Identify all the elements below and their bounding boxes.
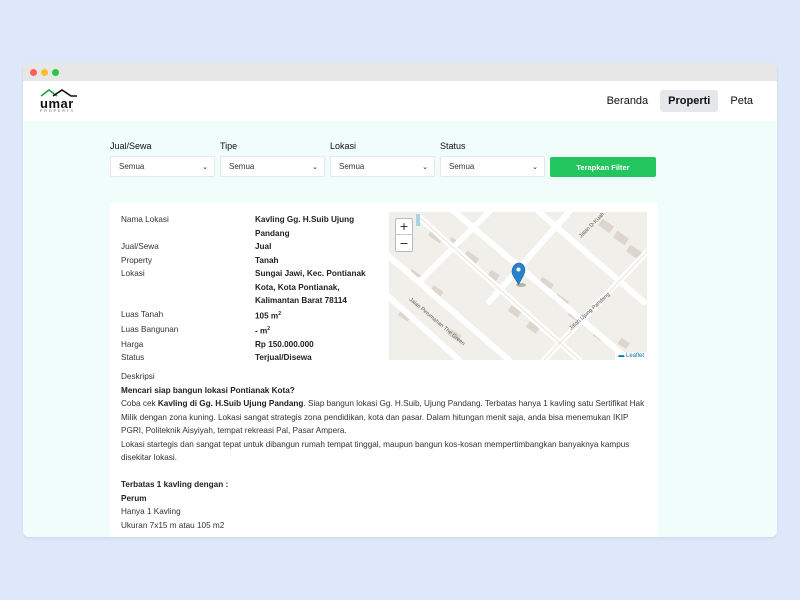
tipe-select[interactable]: Semua ⌄ xyxy=(220,156,325,177)
description-line: Hanya 1 Kavling xyxy=(121,507,181,516)
detail-value: Jual xyxy=(255,242,272,251)
detail-label: Luas Tanah xyxy=(121,309,164,319)
leaflet-flag-icon: ▬ xyxy=(618,353,626,359)
detail-value: - m2 xyxy=(255,323,381,338)
status-select[interactable]: Semua ⌄ xyxy=(440,156,545,177)
detail-row: Luas Bangunan - m2 xyxy=(121,323,381,338)
apply-filter-button[interactable]: Terapkan Filter xyxy=(550,157,656,177)
logo-word: umar xyxy=(40,96,74,111)
chevron-down-icon: ⌄ xyxy=(202,163,208,171)
select-value: Semua xyxy=(229,162,255,171)
nav-beranda[interactable]: Beranda xyxy=(599,90,657,112)
chevron-down-icon: ⌄ xyxy=(532,163,538,171)
paragraph-bold: Kavling di Gg. H.Suib Ujung Pandang xyxy=(157,399,304,408)
unit-sup: 2 xyxy=(267,325,271,332)
logo-subtitle: PROPERTY xyxy=(40,109,76,113)
detail-value: Kavling Gg. H.Suib Ujung Pandang xyxy=(255,215,355,238)
detail-label: Status xyxy=(121,353,145,363)
value-text: 105 m xyxy=(255,311,279,321)
jual-sewa-select[interactable]: Semua ⌄ xyxy=(110,156,215,177)
description-headline: Mencari siap bangun lokasi Pontianak Kot… xyxy=(121,385,295,395)
select-value: Semua xyxy=(119,162,145,171)
unit-sup: 2 xyxy=(278,310,281,317)
detail-label: Property xyxy=(121,255,152,265)
main-nav: Beranda Properti Peta xyxy=(599,90,761,112)
chevron-down-icon: ⌄ xyxy=(422,163,428,171)
description-section: Deskripsi Mencari siap bangun lokasi Pon… xyxy=(121,370,651,532)
zoom-control: + − xyxy=(395,218,413,252)
description-subheading: Perum xyxy=(121,493,147,503)
chevron-down-icon: ⌄ xyxy=(312,163,318,171)
lokasi-select[interactable]: Semua ⌄ xyxy=(330,156,435,177)
navbar: umar PROPERTY Beranda Properti Peta xyxy=(23,81,777,121)
detail-row: Harga Rp 150.000.000 xyxy=(121,338,381,352)
detail-row: Property Tanah xyxy=(121,254,381,268)
attribution-text: Leaflet xyxy=(625,353,644,359)
description-subheading: Terbatas 1 kavling dengan : xyxy=(121,480,229,489)
filter-status: Status Semua ⌄ xyxy=(440,141,545,177)
nav-peta[interactable]: Peta xyxy=(722,90,761,112)
map-tiles: Jalan D-Kuah Jalan Ujung Pandang Jalan P… xyxy=(389,212,647,360)
location-map[interactable]: Jalan D-Kuah Jalan Ujung Pandang Jalan P… xyxy=(389,212,647,360)
close-window-dot[interactable] xyxy=(30,68,37,76)
value-text: - m xyxy=(255,326,268,336)
maximize-window-dot[interactable] xyxy=(52,68,59,76)
detail-value: Tanah xyxy=(255,255,279,265)
detail-row: Nama Lokasi Kavling Gg. H.Suib Ujung Pan… xyxy=(121,213,381,240)
filter-jual-sewa: Jual/Sewa Semua ⌄ xyxy=(110,141,215,177)
detail-value: Rp 150.000.000 xyxy=(255,339,314,349)
detail-label: Harga xyxy=(121,339,144,349)
nav-properti[interactable]: Properti xyxy=(660,90,719,112)
property-details: Nama Lokasi Kavling Gg. H.Suib Ujung Pan… xyxy=(121,213,381,365)
filter-bar: Jual/Sewa Semua ⌄ Tipe Semua ⌄ Lokasi Se… xyxy=(110,141,656,177)
minimize-window-dot[interactable] xyxy=(41,68,48,76)
filter-label: Status xyxy=(440,141,466,151)
filter-label: Tipe xyxy=(220,141,238,151)
detail-label: Nama Lokasi xyxy=(121,215,169,224)
detail-row: Lokasi Sungai Jawi, Kec. Pontianak Kota,… xyxy=(121,267,381,308)
map-attribution[interactable]: ▬ Leaflet xyxy=(615,352,647,360)
detail-value: 105 m2 xyxy=(255,308,381,323)
detail-row: Luas Tanah 105 m2 xyxy=(121,308,381,323)
property-card: Nama Lokasi Kavling Gg. H.Suib Ujung Pan… xyxy=(110,203,658,537)
select-value: Semua xyxy=(449,162,475,171)
description-line: Ukuran 7x15 m atau 105 m2 xyxy=(121,520,225,530)
detail-row: Jual/Sewa Jual xyxy=(121,240,381,254)
filter-tipe: Tipe Semua ⌄ xyxy=(220,141,325,177)
description-paragraph: Coba cek Kavling di Gg. H.Suib Ujung Pan… xyxy=(121,397,651,438)
description-heading: Deskripsi xyxy=(121,372,155,381)
filter-label: Lokasi xyxy=(330,141,357,151)
detail-row: Status Terjual/Disewa xyxy=(121,351,381,365)
main-content: Jual/Sewa Semua ⌄ Tipe Semua ⌄ Lokasi Se… xyxy=(23,121,777,537)
select-value: Semua xyxy=(339,162,365,171)
detail-label: Luas Bangunan xyxy=(121,324,179,334)
paragraph-text: Coba cek xyxy=(121,399,158,408)
filter-lokasi: Lokasi Semua ⌄ xyxy=(330,141,435,177)
browser-window: umar PROPERTY Beranda Properti Peta Jual… xyxy=(23,63,777,537)
detail-value: Sungai Jawi, Kec. Pontianak Kota, Kota P… xyxy=(255,269,366,305)
detail-value: Terjual/Disewa xyxy=(255,353,312,363)
detail-label: Jual/Sewa xyxy=(121,242,159,251)
zoom-out-button[interactable]: − xyxy=(396,235,412,251)
filter-label: Jual/Sewa xyxy=(110,141,152,151)
brand-logo[interactable]: umar PROPERTY xyxy=(40,89,78,113)
description-paragraph: Lokasi startegis dan sangat tepat untuk … xyxy=(121,439,630,463)
detail-label: Lokasi xyxy=(121,269,145,278)
zoom-in-button[interactable]: + xyxy=(396,219,412,235)
window-titlebar xyxy=(23,63,777,81)
